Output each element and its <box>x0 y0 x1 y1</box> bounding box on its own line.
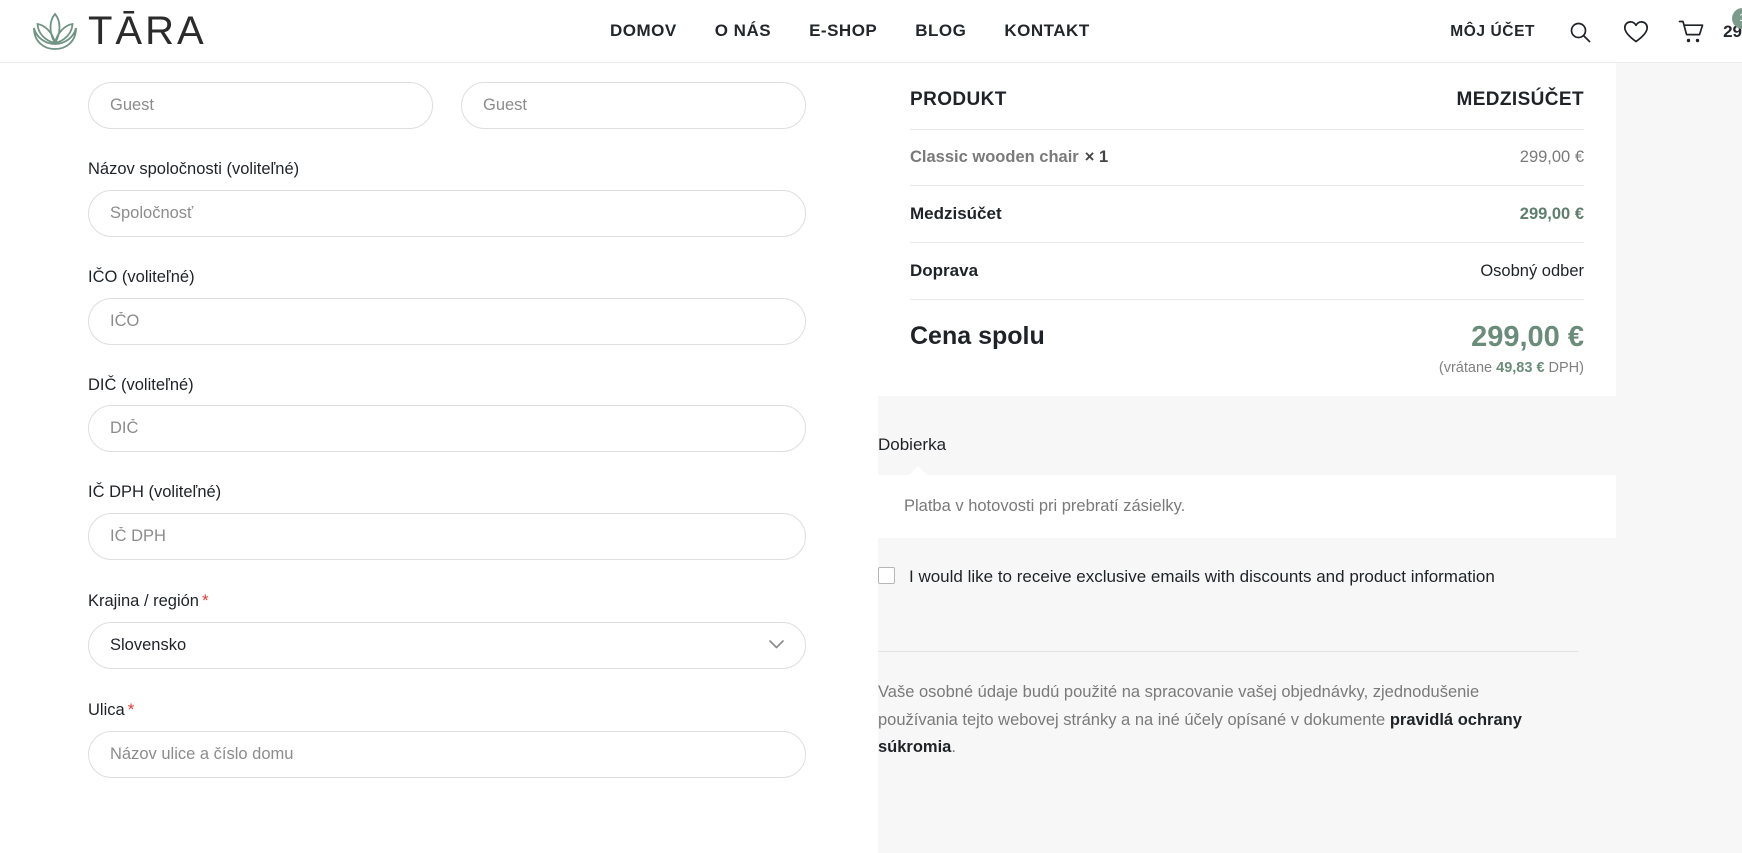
col-header-product: PRODUKT <box>910 89 1007 110</box>
total-label: Cena spolu <box>910 322 1045 350</box>
country-select-value[interactable] <box>88 621 806 669</box>
name-row <box>88 82 806 129</box>
total-right: 299,00 € (vrátane 49,83 € DPH) <box>1439 321 1584 376</box>
country-field: Krajina / región * <box>88 591 806 669</box>
ic-dph-label: IČ DPH (voliteľné) <box>88 483 222 502</box>
shipping-label: Doprava <box>910 261 979 280</box>
search-icon[interactable] <box>1565 17 1595 47</box>
logo-wordmark: TĀRA <box>88 9 207 53</box>
nav-item-domov[interactable]: DOMOV <box>610 21 677 41</box>
ico-label: IČO (voliteľné) <box>88 267 195 286</box>
street-label-text: Ulica <box>88 700 125 719</box>
dic-input[interactable] <box>88 405 806 453</box>
heart-icon[interactable] <box>1621 17 1651 47</box>
street-label: Ulica * <box>88 700 806 721</box>
company-label: Názov spoločnosti (voliteľné) <box>88 160 300 178</box>
country-label-text: Krajina / región <box>88 592 199 611</box>
vat-prefix: (vrátane <box>1438 359 1497 376</box>
first-name-field <box>88 82 433 129</box>
subtotal-label: Medzisúčet <box>910 204 1002 223</box>
shopping-cart-icon <box>1677 17 1707 47</box>
site-logo[interactable]: TĀRA <box>28 8 207 54</box>
col-header-subtotal: MEDZISÚČET <box>1456 89 1584 110</box>
lotus-flower-icon <box>33 12 77 50</box>
order-line-item: Classic wooden chair × 1 299,00 € <box>910 129 1584 185</box>
dic-field: DIČ (voliteľné) <box>88 376 806 453</box>
payment-description-box: Platba v hotovosti pri prebratí zásielky… <box>878 466 1616 538</box>
order-shipping-row: Doprava Osobný odber <box>910 242 1584 299</box>
street-field: Ulica * <box>88 700 806 778</box>
company-field: Názov spoločnosti (voliteľné) <box>88 160 806 237</box>
marketing-optin-label: I would like to receive exclusive emails… <box>909 567 1495 586</box>
first-name-input[interactable] <box>88 82 433 129</box>
country-label: Krajina / región * <box>88 591 806 612</box>
payment-method-label: Dobierka <box>878 435 947 454</box>
my-account-link[interactable]: MÔJ ÚČET <box>1450 23 1535 41</box>
cart-button[interactable]: 1 29 <box>1677 7 1742 47</box>
street-input[interactable] <box>88 730 806 778</box>
line-item-qty: × 1 <box>1084 148 1109 166</box>
order-subtotal-row: Medzisúčet 299,00 € <box>910 185 1584 242</box>
shipping-value: Osobný odber <box>1480 261 1584 280</box>
ico-input[interactable] <box>88 297 806 345</box>
country-required-mark: * <box>201 591 209 611</box>
street-required-mark: * <box>127 699 135 719</box>
marketing-optin-checkbox[interactable] <box>878 567 895 584</box>
nav-item-blog[interactable]: BLOG <box>915 21 966 41</box>
total-amount: 299,00 € <box>1471 321 1584 353</box>
company-input[interactable] <box>88 189 806 237</box>
payment-description: Platba v hotovosti pri prebratí zásielky… <box>904 497 1186 515</box>
nav-item-o-nas[interactable]: O NÁS <box>715 21 771 41</box>
privacy-divider <box>878 651 1578 652</box>
last-name-input[interactable] <box>461 82 806 129</box>
order-table-header: PRODUKT MEDZISÚČET <box>910 89 1584 129</box>
last-name-field <box>461 82 806 129</box>
order-summary-card: PRODUKT MEDZISÚČET Classic wooden chair ×… <box>878 63 1616 396</box>
vat-suffix: DPH) <box>1544 359 1584 376</box>
main-navigation: DOMOV O NÁS E-SHOP BLOG KONTAKT <box>610 21 1090 41</box>
subtotal-value: 299,00 € <box>1519 204 1584 223</box>
line-item-name: Classic wooden chair <box>910 148 1079 166</box>
order-review-inner: PRODUKT MEDZISÚČET Classic wooden chair ×… <box>878 63 1742 853</box>
nav-item-kontakt[interactable]: KONTAKT <box>1004 21 1089 41</box>
line-item-price: 299,00 € <box>1519 148 1584 166</box>
total-vat-note: (vrátane 49,83 € DPH) <box>1439 360 1584 376</box>
header-actions: MÔJ ÚČET 1 <box>1450 0 1742 63</box>
payment-box-notch <box>908 466 928 476</box>
site-header: TĀRA DOMOV O NÁS E-SHOP BLOG KONTAKT MÔJ… <box>0 0 1742 63</box>
country-select[interactable] <box>88 621 806 669</box>
dic-label: DIČ (voliteľné) <box>88 375 194 394</box>
privacy-notice: Vaše osobné údaje budú použité na spraco… <box>878 679 1528 762</box>
order-total-row: Cena spolu 299,00 € (vrátane 49,83 € DPH… <box>910 299 1584 376</box>
ic-dph-field: IČ DPH (voliteľné) <box>88 483 806 561</box>
ico-field: IČO (voliteľné) <box>88 268 806 345</box>
checkout-page: TĀRA DOMOV O NÁS E-SHOP BLOG KONTAKT MÔJ… <box>0 0 1742 853</box>
nav-item-e-shop[interactable]: E-SHOP <box>809 21 877 41</box>
line-item-name-qty: Classic wooden chair × 1 <box>910 148 1108 167</box>
vat-amount: 49,83 € <box>1496 359 1545 376</box>
billing-form-column: Názov spoločnosti (voliteľné) IČO (volit… <box>0 63 878 853</box>
marketing-optin-row[interactable]: I would like to receive exclusive emails… <box>878 563 1578 591</box>
ic-dph-input[interactable] <box>88 513 806 561</box>
privacy-text-part3: . <box>951 738 956 757</box>
